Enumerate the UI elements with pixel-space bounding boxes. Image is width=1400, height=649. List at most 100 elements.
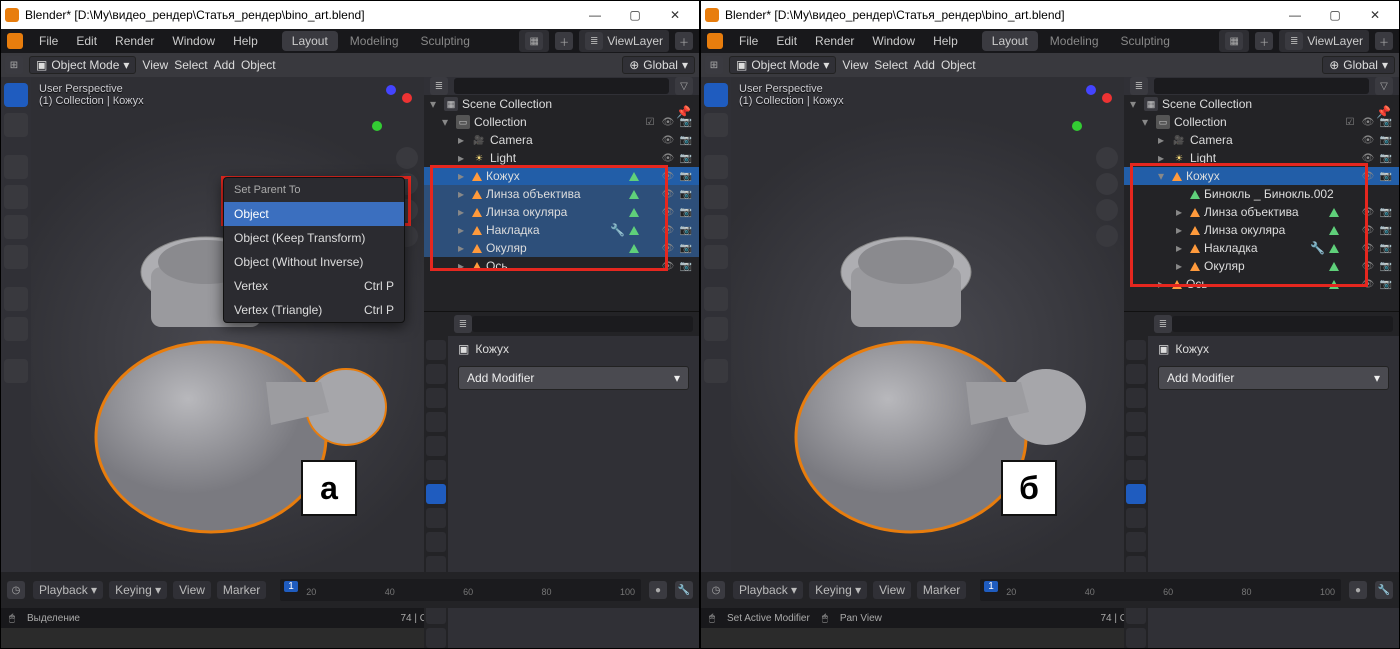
camera-gizmo[interactable] [1096,199,1118,221]
tool-select-box[interactable] [704,83,728,107]
tab-modeling[interactable]: Modeling [1040,31,1109,51]
node-collection[interactable]: ▾▭Collection☑👁📷 [1124,113,1399,131]
menu-render[interactable]: Render [807,32,862,50]
mode-selector[interactable]: ▣Object Mode▾ [29,56,136,74]
hdr-object[interactable]: Object [241,58,276,72]
ptab-output[interactable] [426,364,446,384]
timeline-ruler[interactable]: 1 20406080100 [980,579,1341,601]
viewport-3d[interactable]: User Perspective (1) Collection | Кожух [731,77,1124,572]
new-scene-button[interactable]: ＋ [555,32,573,50]
menu-item-without-inverse[interactable]: Object (Without Inverse) [224,250,404,274]
hdr-add[interactable]: Add [214,58,235,72]
props-editor-icon[interactable]: ≣ [1154,315,1172,333]
node-light[interactable]: ▸☀Light👁📷 [1124,149,1399,167]
maximize-button[interactable]: ▢ [615,1,655,29]
outliner-search[interactable] [1154,78,1369,94]
add-modifier-button[interactable]: Add Modifier▾ [1158,366,1389,390]
outliner-search[interactable] [454,78,669,94]
tool-transform[interactable] [4,245,28,269]
menu-item-object[interactable]: Object [224,202,404,226]
props-search[interactable] [1172,316,1393,332]
node-mesh[interactable]: ▸Кожух👁📷 [424,167,699,185]
orientation-selector[interactable]: ⊕Global▾ [622,56,695,74]
menu-file[interactable]: File [31,32,66,50]
node-scene-collection[interactable]: ▾▦Scene Collection [424,95,699,113]
editor-type-icon[interactable]: ⊞ [5,56,23,74]
hdr-view[interactable]: View [142,58,168,72]
hdr-view[interactable]: View [842,58,868,72]
menu-edit[interactable]: Edit [68,32,105,50]
editor-type-icon[interactable]: ⊞ [705,56,723,74]
node-mesh[interactable]: ▸Линза окуляра👁📷 [1124,221,1399,239]
node-scene-collection[interactable]: ▾▦Scene Collection [1124,95,1399,113]
timeline-editor-icon[interactable]: ◷ [707,581,725,599]
ptab-object[interactable] [426,460,446,480]
menu-file[interactable]: File [731,32,766,50]
node-mesh[interactable]: ▸Окуляр👁📷 [1124,257,1399,275]
menu-help[interactable]: Help [225,32,266,50]
menu-item-vertex-triangle[interactable]: Vertex (Triangle)Ctrl P [224,298,404,322]
props-search[interactable] [472,316,693,332]
ptab-render[interactable] [426,340,446,360]
node-mesh[interactable]: ▸Накладка🔧👁📷 [424,221,699,239]
hdr-select[interactable]: Select [174,58,207,72]
tab-sculpting[interactable]: Sculpting [411,31,480,51]
ptab-texture[interactable] [1126,628,1146,648]
minimize-button[interactable]: — [575,1,615,29]
menu-window[interactable]: Window [164,32,223,50]
scene-selector[interactable]: ▦ [1219,30,1249,52]
node-collection[interactable]: ▾▭Collection☑👁📷 [424,113,699,131]
persp-gizmo[interactable] [1096,225,1118,247]
outliner-editor-icon[interactable]: ≣ [430,77,448,95]
ptab-modifier[interactable] [1126,484,1146,504]
playback-menu[interactable]: Playback ▾ [33,581,103,599]
ptab-physics[interactable] [1126,532,1146,552]
tab-sculpting[interactable]: Sculpting [1111,31,1180,51]
tab-layout[interactable]: Layout [282,31,338,51]
node-mesh[interactable]: ▸Ось👁📷 [424,257,699,275]
node-camera[interactable]: ▸🎥Camera👁📷 [1124,131,1399,149]
tool-move[interactable] [4,155,28,179]
filter-icon[interactable]: ▽ [1375,77,1393,95]
menu-help[interactable]: Help [925,32,966,50]
tool-add-cube[interactable] [4,359,28,383]
props-editor-icon[interactable]: ≣ [454,315,472,333]
menu-item-keep-transform[interactable]: Object (Keep Transform) [224,226,404,250]
orientation-selector[interactable]: ⊕Global▾ [1322,56,1395,74]
tool-cursor[interactable] [4,113,28,137]
tl-view[interactable]: View [873,581,911,599]
ptab-object[interactable] [1126,460,1146,480]
menu-edit[interactable]: Edit [768,32,805,50]
node-camera[interactable]: ▸🎥Camera👁📷 [424,131,699,149]
keying-menu[interactable]: Keying ▾ [809,581,867,599]
menu-window[interactable]: Window [864,32,923,50]
node-mesh[interactable]: ▸Линза окуляра👁📷 [424,203,699,221]
node-mesh[interactable]: ▸Окуляр👁📷 [424,239,699,257]
tool-measure[interactable] [4,317,28,341]
ptab-world[interactable] [1126,436,1146,456]
zoom-gizmo[interactable] [396,147,418,169]
tl-view[interactable]: View [173,581,211,599]
pan-gizmo[interactable] [1096,173,1118,195]
tool-rotate[interactable] [704,185,728,209]
maximize-button[interactable]: ▢ [1315,1,1355,29]
tool-rotate[interactable] [4,185,28,209]
ptab-particles[interactable] [426,508,446,528]
tool-measure[interactable] [704,317,728,341]
tool-annotate[interactable] [704,287,728,311]
timeline-ruler[interactable]: 1 20406080100 [280,579,641,601]
ptab-output[interactable] [1126,364,1146,384]
mode-selector[interactable]: ▣Object Mode▾ [729,56,836,74]
tool-move[interactable] [704,155,728,179]
playback-menu[interactable]: Playback ▾ [733,581,803,599]
close-button[interactable]: ✕ [655,1,695,29]
tab-layout[interactable]: Layout [982,31,1038,51]
node-light[interactable]: ▸☀Light👁📷 [424,149,699,167]
ptab-physics[interactable] [426,532,446,552]
ptab-scene[interactable] [426,412,446,432]
tool-select-box[interactable] [4,83,28,107]
hdr-add[interactable]: Add [914,58,935,72]
node-mesh-data[interactable]: Бинокль _ Бинокль.002 [1124,185,1399,203]
autokey-icon[interactable]: ● [649,581,667,599]
new-scene-button[interactable]: ＋ [1255,32,1273,50]
